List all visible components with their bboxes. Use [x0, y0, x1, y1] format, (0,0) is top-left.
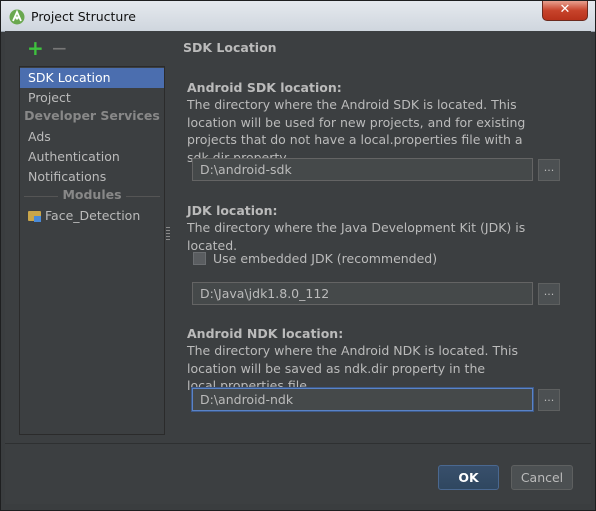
module-folder-icon: [28, 211, 41, 222]
close-button[interactable]: ✕: [542, 1, 588, 21]
jdk-heading: JDK location:: [187, 203, 278, 218]
sidebar-section-label: Modules: [58, 187, 126, 202]
sidebar-item-sdk-location[interactable]: SDK Location: [20, 68, 164, 88]
panel-title: SDK Location: [183, 40, 277, 55]
jdk-browse-button[interactable]: ...: [538, 283, 560, 305]
ok-button[interactable]: OK: [438, 465, 499, 490]
sidebar-item-notifications[interactable]: Notifications: [20, 167, 164, 187]
window-title: Project Structure: [31, 9, 136, 24]
android-sdk-heading: Android SDK location:: [187, 80, 342, 95]
splitter-handle[interactable]: [166, 227, 170, 241]
android-sdk-browse-button[interactable]: ...: [538, 159, 560, 181]
sidebar-section-modules: Modules: [20, 187, 164, 205]
sidebar-item-authentication[interactable]: Authentication: [20, 147, 164, 167]
ndk-heading: Android NDK location:: [187, 326, 344, 341]
jdk-description: The directory where the Java Development…: [187, 220, 526, 253]
add-icon[interactable]: +: [27, 38, 44, 58]
ndk-browse-button[interactable]: ...: [538, 389, 560, 411]
sidebar-section-developer-services: Developer Services: [20, 108, 164, 126]
ndk-path-field[interactable]: D:\android-ndk: [192, 388, 533, 411]
sidebar: SDK Location Project Developer Services …: [19, 66, 165, 435]
sidebar-item-label: Face_Detection: [45, 208, 141, 223]
embedded-jdk-checkbox[interactable]: [193, 252, 206, 265]
ndk-description: The directory where the Android NDK is l…: [187, 343, 519, 393]
android-sdk-description: The directory where the Android SDK is l…: [187, 97, 526, 165]
android-studio-icon: [9, 9, 25, 25]
cancel-button[interactable]: Cancel: [511, 465, 573, 490]
sidebar-item-ads[interactable]: Ads: [20, 127, 164, 147]
dialog-content: + − SDK Location Project Developer Servi…: [5, 31, 591, 504]
jdk-path-field[interactable]: D:\Java\jdk1.8.0_112: [192, 282, 533, 305]
android-sdk-path-field[interactable]: D:\android-sdk: [192, 158, 533, 181]
title-bar[interactable]: Project Structure: [1, 1, 595, 32]
sidebar-section-label: Developer Services: [20, 108, 164, 123]
sidebar-item-face-detection[interactable]: Face_Detection: [20, 206, 164, 226]
remove-icon[interactable]: −: [51, 38, 68, 58]
sidebar-item-project[interactable]: Project: [20, 88, 164, 108]
footer-divider: [5, 443, 591, 444]
embedded-jdk-label[interactable]: Use embedded JDK (recommended): [213, 251, 437, 266]
